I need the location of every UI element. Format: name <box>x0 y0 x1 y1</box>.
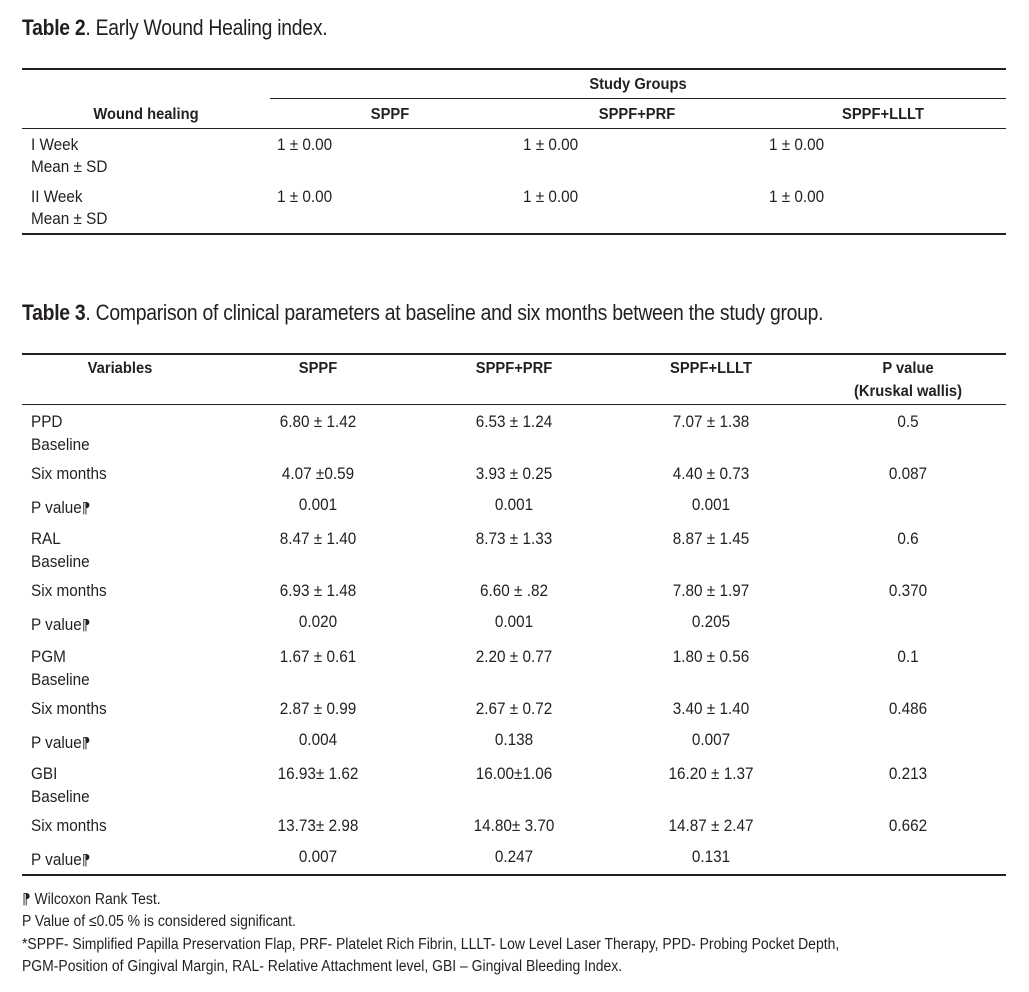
table2-top-rule <box>22 68 1006 70</box>
table3-p-value-cell: 0.007 <box>298 847 338 866</box>
table3-title: Table 3. Comparison of clinical paramete… <box>22 300 824 325</box>
table3-six-months-cell: 3.40 ± 1.40 <box>672 699 750 718</box>
table3-p-value-label: P value⁋ <box>31 615 91 634</box>
table2-col-sppf-prf: SPPF+PRF <box>598 106 676 123</box>
table2-cell: 1 ± 0.00 <box>769 135 825 154</box>
table3-baseline-cell: 0.213 <box>888 764 928 783</box>
table3-baseline-cell: 0.5 <box>897 412 919 431</box>
table2-cell: 1 ± 0.00 <box>523 135 579 154</box>
table2-cell: 1 ± 0.00 <box>277 187 333 206</box>
table2-col-sppf-lllt: SPPF+LLLT <box>842 106 924 123</box>
table3-baseline-cell: 1.80 ± 0.56 <box>672 647 750 666</box>
table3-top-rule <box>22 353 1006 355</box>
table3-six-months-cell: 0.662 <box>888 816 928 835</box>
table3-six-months-cell: 2.87 ± 0.99 <box>279 699 357 718</box>
table3-p-value-cell: 0.020 <box>298 612 338 631</box>
table3-baseline-cell: 8.73 ± 1.33 <box>475 529 553 548</box>
table3-baseline-cell: 0.1 <box>897 647 919 666</box>
table2-cell: 1 ± 0.00 <box>277 135 333 154</box>
table3-p-value-label: P value⁋ <box>31 850 91 869</box>
table3-baseline-cell: 6.53 ± 1.24 <box>475 412 553 431</box>
table3-baseline-cell: 1.67 ± 0.61 <box>279 647 357 666</box>
table2-group-header: Study Groups <box>589 76 687 93</box>
table3-variable-name: RAL <box>31 529 61 548</box>
table3-p-value-cell: 0.001 <box>494 495 534 514</box>
table2-row-label: I Week <box>31 135 79 154</box>
table3-variable-name: PPD <box>31 412 63 431</box>
table3-col-sppf: SPPF <box>298 360 338 377</box>
table2-group-rule <box>270 98 1006 99</box>
table2-bottom-rule <box>22 233 1006 235</box>
table3-six-months-cell: 6.93 ± 1.48 <box>279 581 357 600</box>
table3-six-months-cell: 4.07 ±0.59 <box>281 464 355 483</box>
footnote-abbreviations-2: PGM-Position of Gingival Margin, RAL- Re… <box>22 958 623 975</box>
table3-baseline-cell: 2.20 ± 0.77 <box>475 647 553 666</box>
table3-p-value-label: P value⁋ <box>31 733 91 752</box>
pilcrow-mark-icon: ⁋ <box>81 852 91 869</box>
table2-cell: 1 ± 0.00 <box>523 187 579 206</box>
table3-p-value-cell: 0.138 <box>494 730 534 749</box>
table3-col-sppf-lllt: SPPF+LLLT <box>670 360 752 377</box>
table3-p-value-cell: 0.131 <box>691 847 731 866</box>
table3-six-months-label: Six months <box>31 699 107 718</box>
table3-baseline-cell: 0.6 <box>897 529 919 548</box>
table3-six-months-cell: 14.87 ± 2.47 <box>668 816 754 835</box>
pilcrow-mark-icon: ⁋ <box>81 735 91 752</box>
table2-col-wound-healing: Wound healing <box>93 106 199 123</box>
table3-baseline-cell: 6.80 ± 1.42 <box>279 412 357 431</box>
table3-header-rule <box>22 404 1006 405</box>
table3-six-months-cell: 14.80± 3.70 <box>473 816 555 835</box>
table3-baseline-cell: 8.47 ± 1.40 <box>279 529 357 548</box>
table2-title: Table 2. Early Wound Healing index. <box>22 15 328 40</box>
footnote-significance: P Value of ≤0.05 % is considered signifi… <box>22 913 296 930</box>
table3-baseline-label: Baseline <box>31 787 90 806</box>
table3-col-p-value-sub: (Kruskal wallis) <box>854 383 962 400</box>
footnote-wilcoxon: ⁋ Wilcoxon Rank Test. <box>22 891 161 908</box>
table3-baseline-cell: 7.07 ± 1.38 <box>672 412 750 431</box>
footnote-abbreviations-1: *SPPF- Simplified Papilla Preservation F… <box>22 936 840 953</box>
table3-p-value-cell: 0.001 <box>298 495 338 514</box>
table3-six-months-label: Six months <box>31 581 107 600</box>
table2-row-sublabel: Mean ± SD <box>31 157 108 176</box>
table3-six-months-cell: 0.486 <box>888 699 928 718</box>
table3-col-p-value: P value <box>882 360 934 377</box>
table3-baseline-label: Baseline <box>31 552 90 571</box>
table3-six-months-cell: 7.80 ± 1.97 <box>672 581 750 600</box>
table3-variable-name: PGM <box>31 647 66 666</box>
table3-six-months-cell: 0.370 <box>888 581 928 600</box>
table3-baseline-cell: 16.93± 1.62 <box>277 764 359 783</box>
table2-header-rule <box>22 128 1006 129</box>
table3-six-months-cell: 6.60 ± .82 <box>480 581 548 600</box>
table3-p-value-cell: 0.001 <box>494 612 534 631</box>
table3-variable-name: GBI <box>31 764 58 783</box>
table3-baseline-cell: 16.00±1.06 <box>475 764 553 783</box>
table3-six-months-label: Six months <box>31 464 107 483</box>
table3-six-months-cell: 0.087 <box>888 464 928 483</box>
table3-col-variables: Variables <box>87 360 153 377</box>
table3-baseline-label: Baseline <box>31 435 90 454</box>
table3-six-months-cell: 4.40 ± 0.73 <box>672 464 750 483</box>
table2-cell: 1 ± 0.00 <box>769 187 825 206</box>
table2-col-sppf: SPPF <box>370 106 410 123</box>
table3-col-sppf-prf: SPPF+PRF <box>475 360 553 377</box>
table3-p-value-cell: 0.007 <box>691 730 731 749</box>
pilcrow-mark-icon: ⁋ <box>22 891 31 908</box>
table3-p-value-cell: 0.205 <box>691 612 731 631</box>
table3-p-value-cell: 0.247 <box>494 847 534 866</box>
table3-six-months-label: Six months <box>31 816 107 835</box>
table3-baseline-cell: 8.87 ± 1.45 <box>672 529 750 548</box>
table3-p-value-cell: 0.004 <box>298 730 338 749</box>
table3-bottom-rule <box>22 874 1006 876</box>
table3-baseline-label: Baseline <box>31 670 90 689</box>
table3-baseline-cell: 16.20 ± 1.37 <box>668 764 754 783</box>
table3-p-value-label: P value⁋ <box>31 498 91 517</box>
table2-row-sublabel: Mean ± SD <box>31 209 108 228</box>
table2-row-label: II Week <box>31 187 83 206</box>
pilcrow-mark-icon: ⁋ <box>81 500 91 517</box>
table3-six-months-cell: 13.73± 2.98 <box>277 816 359 835</box>
table3-six-months-cell: 3.93 ± 0.25 <box>475 464 553 483</box>
pilcrow-mark-icon: ⁋ <box>81 617 91 634</box>
table3-six-months-cell: 2.67 ± 0.72 <box>475 699 553 718</box>
table3-p-value-cell: 0.001 <box>691 495 731 514</box>
